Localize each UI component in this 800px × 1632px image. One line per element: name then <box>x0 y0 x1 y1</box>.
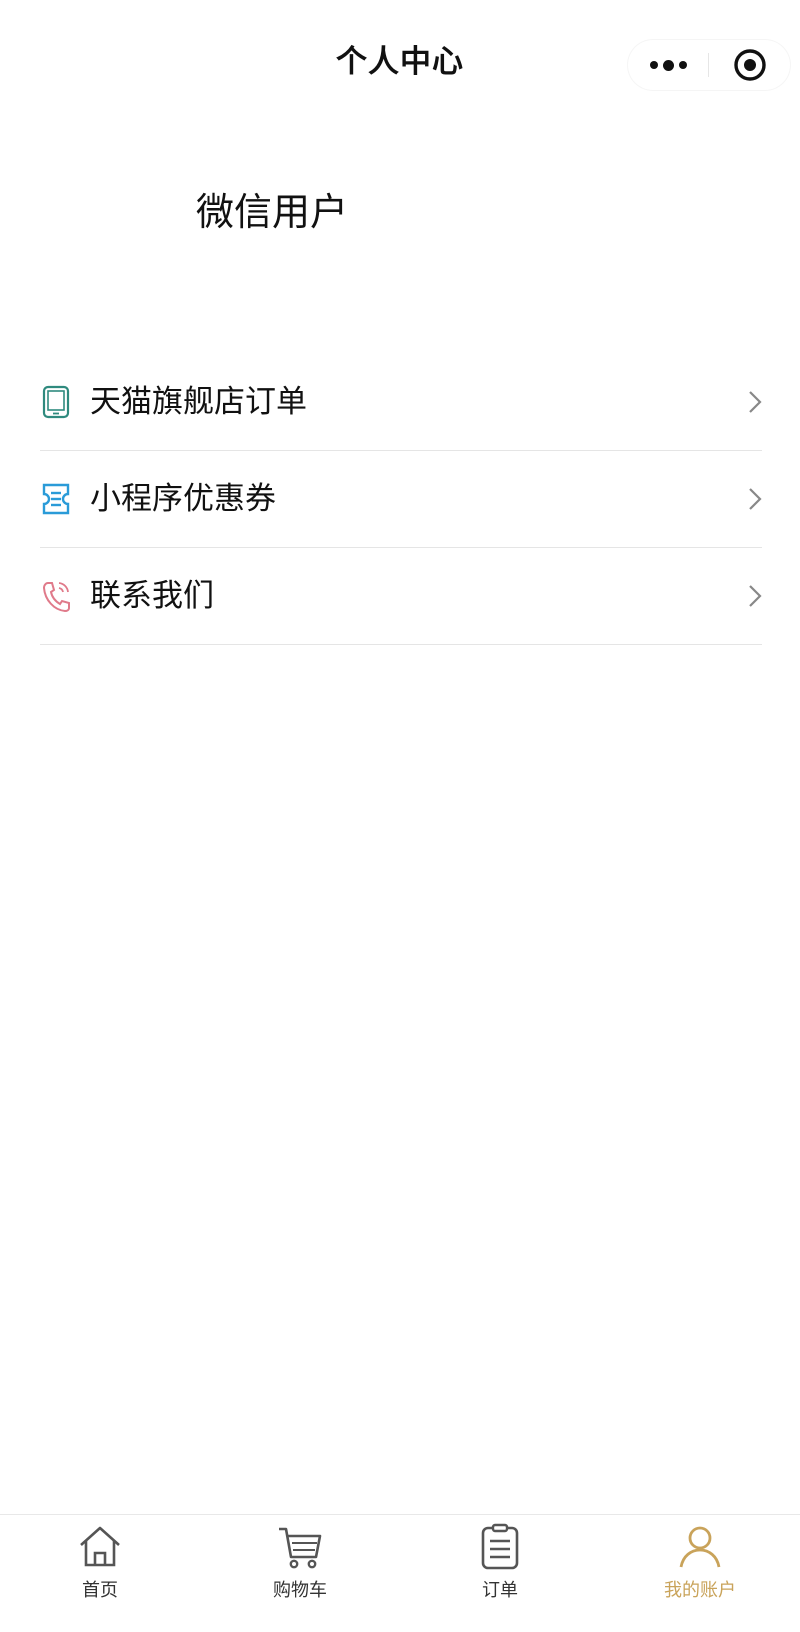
menu-item-contact-us[interactable]: 联系我们 <box>40 548 762 645</box>
menu-list: 天猫旗舰店订单 小程序优惠券 联系我们 <box>40 354 762 645</box>
chevron-right-icon <box>748 487 762 515</box>
menu-item-label: 小程序优惠券 <box>90 481 276 517</box>
tab-bar: 首页 购物车 订单 我的账户 <box>0 1514 800 1632</box>
dot <box>678 61 687 69</box>
mini-program-capsule <box>628 40 790 90</box>
menu-item-tmall-orders[interactable]: 天猫旗舰店订单 <box>40 354 762 451</box>
close-target-svg <box>733 49 766 81</box>
dot <box>649 61 658 69</box>
more-dots-icon[interactable] <box>628 40 708 90</box>
menu-item-label: 联系我们 <box>90 578 214 614</box>
tab-my-account[interactable]: 我的账户 <box>600 1515 800 1632</box>
clipboard-icon <box>481 1523 519 1570</box>
user-icon <box>679 1526 721 1568</box>
menu-item-coupons[interactable]: 小程序优惠券 <box>40 451 762 548</box>
tab-label: 购物车 <box>273 1580 327 1601</box>
menu-item-label: 天猫旗舰店订单 <box>90 384 307 420</box>
tablet-icon <box>40 384 72 420</box>
nav-bar: 个人中心 <box>0 0 800 128</box>
target-close-icon[interactable] <box>709 40 790 90</box>
home-icon <box>80 1526 120 1567</box>
tab-label: 订单 <box>482 1580 518 1601</box>
chevron-right-icon <box>748 584 762 612</box>
phone-icon <box>40 578 72 614</box>
dot <box>662 59 674 71</box>
tab-orders[interactable]: 订单 <box>400 1515 600 1632</box>
user-name: 微信用户 <box>196 190 349 234</box>
chevron-right-icon <box>748 390 762 418</box>
tab-label: 我的账户 <box>664 1580 736 1601</box>
coupon-icon <box>40 481 72 517</box>
cart-icon <box>279 1527 322 1569</box>
tab-cart[interactable]: 购物车 <box>200 1515 400 1632</box>
tab-label: 首页 <box>82 1580 118 1601</box>
tab-home[interactable]: 首页 <box>0 1515 200 1632</box>
